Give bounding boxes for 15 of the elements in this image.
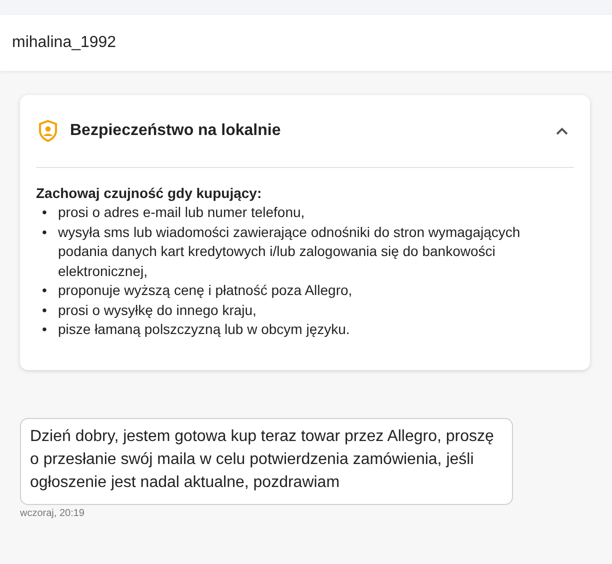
- warning-heading: Zachowaj czujność gdy kupujący:: [36, 184, 263, 203]
- message-time: wczoraj, 20:19: [20, 508, 86, 518]
- message-bubble: Dzień dobry, jestem gotowa kup teraz towar przez Allegro, proszę o przesłanie swój maila w celu potwierdzenia zamówienia, jeśli ogłoszenie jest nadal aktualne, pozdrawiam: [20, 418, 513, 504]
- username: mihalina_1992: [12, 34, 116, 52]
- card-title: Bezpieczeństwo na lokalnie: [70, 122, 282, 140]
- warning-item: prosi o adres e-mail lub numer telefonu,: [58, 203, 306, 222]
- bullet: •: [42, 320, 48, 339]
- shield-person-icon: [38, 120, 58, 142]
- bullet: •: [42, 281, 48, 300]
- warning-item: proponuje wyższą cenę i płatność poza Allegro,: [58, 281, 354, 300]
- bullet: •: [42, 203, 48, 222]
- bullet: •: [42, 222, 48, 242]
- bullet: •: [42, 300, 48, 320]
- warning-item: prosi o wysyłkę do innego kraju,: [58, 300, 258, 320]
- warning-item: pisze łamaną polszczyzną lub w obcym języku.: [58, 320, 351, 339]
